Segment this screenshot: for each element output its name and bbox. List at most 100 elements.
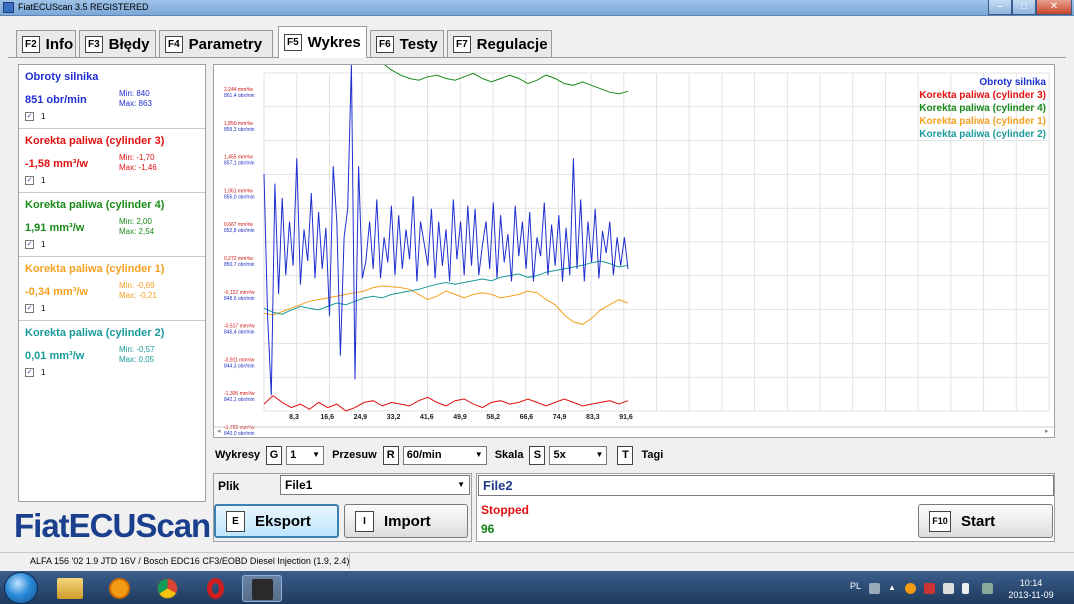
log-file-input[interactable]: File2 [478, 475, 1054, 496]
scroll-left-icon: ◂ [217, 427, 221, 435]
sensor-item: Korekta paliwa (cylinder 2) 0,01 mm³/w M… [19, 321, 205, 385]
sensor-checkbox[interactable]: ✓ [25, 176, 34, 185]
x-tick-label: 33,2 [387, 414, 401, 421]
series-line [263, 394, 629, 412]
minimize-button[interactable]: – [988, 0, 1012, 15]
sensor-max: Max: -0,21 [119, 291, 157, 300]
import-key: I [355, 510, 374, 532]
tab-key: F3 [85, 35, 103, 53]
przesuw-select[interactable]: 60/min ▼ [402, 445, 487, 465]
chevron-up-icon[interactable]: ▲ [888, 583, 896, 594]
close-button[interactable]: ✕ [1036, 0, 1072, 15]
sensor-max: Max: -1,46 [119, 163, 157, 172]
sensor-name: Korekta paliwa (cylinder 3) [25, 135, 165, 147]
sensor-checkbox[interactable]: ✓ [25, 112, 34, 121]
import-button[interactable]: I Import [344, 504, 468, 538]
series-line [263, 260, 629, 315]
opera-icon [207, 578, 224, 599]
y-tick-label-rpm: 846,4 obr/min [224, 330, 255, 336]
series-line [263, 285, 629, 325]
taskbar-fiatecuscan[interactable] [242, 575, 282, 602]
y-tick-label-rpm: 852,8 obr/min [224, 228, 255, 234]
przesuw-key[interactable]: R [382, 445, 399, 465]
volume-icon[interactable] [943, 583, 954, 594]
tab-label: Błędy [108, 35, 150, 53]
clock-time: 10:14 [1019, 578, 1043, 588]
taskbar-opera[interactable] [196, 575, 236, 602]
eksport-key: E [226, 510, 245, 532]
tab-testy[interactable]: F6 Testy [370, 30, 444, 57]
plik-value: File1 [285, 478, 313, 492]
plik-select[interactable]: File1 ▼ [280, 475, 470, 495]
sensor-value: 0,01 mm³/w [25, 350, 85, 362]
y-tick-label-rpm: 855,0 obr/min [224, 194, 255, 200]
series-line [263, 65, 629, 396]
x-tick-label: 49,9 [453, 414, 467, 421]
tab-label: Wykres [307, 34, 361, 51]
windows-start-icon[interactable] [4, 572, 38, 604]
sensor-panel: Obroty silnika 851 obr/min Min: 840 Max:… [18, 64, 206, 502]
series-line [384, 65, 629, 95]
taskbar-avast[interactable] [100, 575, 140, 602]
sensor-checkbox[interactable]: ✓ [25, 368, 34, 377]
eksport-button[interactable]: E Eksport [214, 504, 339, 538]
sensor-min: Min: 840 [119, 89, 150, 98]
sensor-checkbox-label: 1 [41, 304, 46, 313]
sensor-checkbox[interactable]: ✓ [25, 304, 34, 313]
y-tick-label-rpm: 857,1 obr/min [224, 161, 255, 167]
maximize-button[interactable]: □ [1012, 0, 1036, 15]
sensor-min: Min: -0,57 [119, 345, 155, 354]
start-button[interactable]: F10 Start [918, 504, 1053, 538]
tab-info[interactable]: F2 Info [16, 30, 76, 57]
tagi-key[interactable]: T [617, 445, 634, 465]
legend-entry: Korekta paliwa (cylinder 2) [919, 129, 1046, 140]
chevron-down-icon: ▼ [474, 449, 483, 459]
legend-entry: Korekta paliwa (cylinder 1) [919, 116, 1046, 127]
window-title: FiatECUScan 3.5 REGISTERED [18, 2, 149, 12]
plik-label: Plik [218, 479, 240, 493]
tab-regulacje[interactable]: F7 Regulacje [447, 30, 552, 57]
tab-label: Regulacje [476, 35, 548, 53]
wykresy-select[interactable]: 1 ▼ [286, 445, 325, 465]
sensor-checkbox[interactable]: ✓ [25, 240, 34, 249]
wykresy-label: Wykresy [215, 449, 261, 461]
sensor-max: Max: 863 [119, 99, 152, 108]
app-icon [3, 2, 14, 13]
taskbar-explorer[interactable] [50, 575, 90, 602]
taskbar-chrome[interactable] [148, 575, 188, 602]
sensor-min: Min: -1,70 [119, 153, 155, 162]
chart-panel: 2,244 mm³/w 861,4 obr/min 1,850 mm³/w 859,3… [213, 64, 1056, 438]
chart-controls: Wykresy G 1 ▼ Przesuw R 60/min ▼ Skala S 5… [215, 444, 663, 466]
sensor-name: Obroty silnika [25, 71, 99, 83]
avast-tray-icon[interactable] [905, 583, 916, 594]
network-icon[interactable] [982, 583, 993, 594]
tab-bledy[interactable]: F3 Błędy [79, 30, 156, 57]
sensor-value: -1,58 mm³/w [25, 158, 88, 170]
przesuw-label: Przesuw [332, 449, 377, 461]
tab-wykres[interactable]: F5 Wykres [278, 26, 367, 58]
tab-divider [8, 57, 1066, 58]
start-label: Start [961, 512, 996, 530]
y-tick-label-rpm: 861,4 obr/min [224, 93, 255, 99]
przesuw-value: 60/min [406, 448, 442, 461]
vehicle-info: ALFA 156 '02 1.9 JTD 16V / Bosch EDC16 C… [30, 556, 350, 566]
sensor-value: 1,91 mm³/w [25, 222, 85, 234]
sensor-item: Korekta paliwa (cylinder 1) -0,34 mm³/w … [19, 257, 205, 321]
action-center-icon[interactable] [924, 583, 935, 594]
sensor-min: Min: 2,00 [119, 217, 152, 226]
clock[interactable]: 10:14 2013-11-09 [1006, 577, 1056, 601]
keyboard-icon[interactable] [869, 583, 880, 594]
tab-parametry[interactable]: F4 Parametry [159, 30, 273, 57]
skala-select[interactable]: 5x ▼ [549, 445, 608, 465]
y-tick-label-rpm: 842,1 obr/min [224, 397, 255, 403]
skala-key[interactable]: S [529, 445, 546, 465]
avast-icon [109, 578, 130, 599]
language-indicator[interactable]: PL [850, 581, 861, 591]
skala-value: 5x [553, 448, 566, 461]
battery-icon[interactable] [962, 583, 969, 594]
legend-entry: Korekta paliwa (cylinder 3) [919, 90, 1046, 101]
wykresy-key[interactable]: G [266, 445, 283, 465]
sensor-name: Korekta paliwa (cylinder 1) [25, 263, 165, 275]
tab-key: F7 [453, 35, 471, 53]
tab-label: Info [45, 35, 74, 53]
